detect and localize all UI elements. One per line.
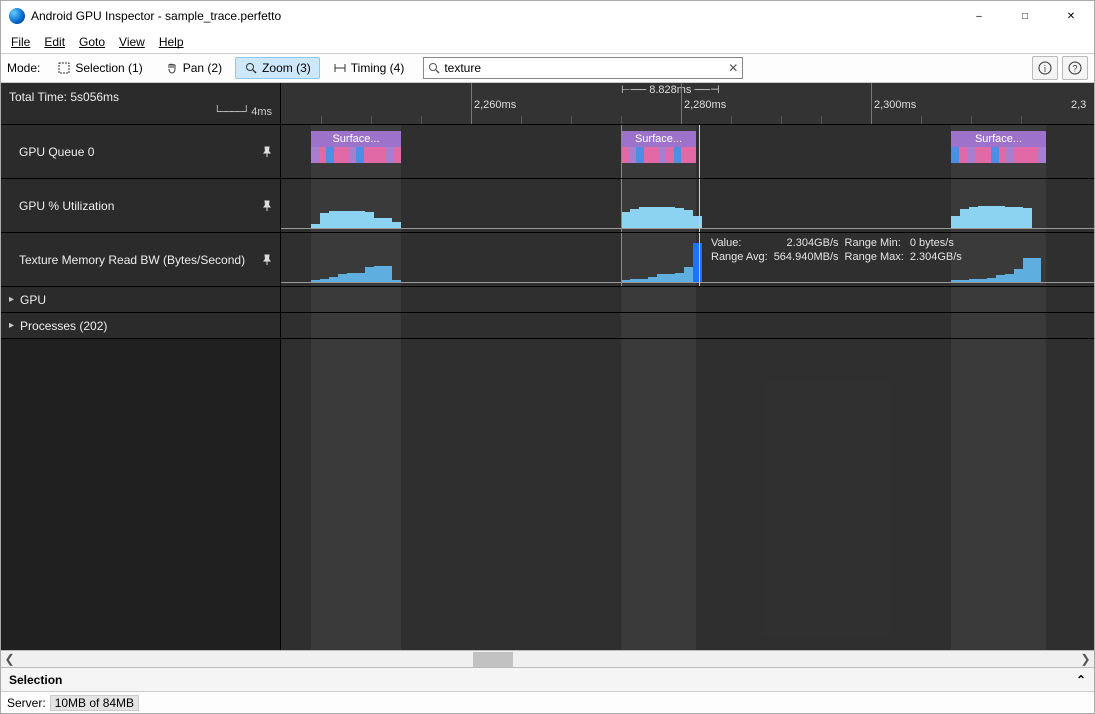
toolbar: Mode: Selection (1) Pan (2) Zoom (3) Tim… <box>1 53 1094 83</box>
scroll-track[interactable] <box>18 651 1077 668</box>
mode-selection-label: Selection (1) <box>75 61 142 75</box>
track-gpu-util-label: GPU % Utilization <box>19 199 114 213</box>
statusbar: Server: 10MB of 84MB <box>1 691 1094 713</box>
gpu-queue-block[interactable]: Surface... <box>951 131 1046 163</box>
menu-view[interactable]: View <box>113 33 151 51</box>
track-gpu-queue-label: GPU Queue 0 <box>19 145 94 159</box>
minimize-button[interactable]: – <box>956 1 1002 31</box>
timeline: Total Time: 5s056ms └────┘ 4ms ⊢── 8.828… <box>1 83 1094 650</box>
track-tex-bw-content[interactable]: Value: 2.304GB/s Range Min: 0 bytes/s Ra… <box>281 233 1094 286</box>
info-button[interactable]: i <box>1032 56 1058 80</box>
time-ruler[interactable]: Total Time: 5s056ms └────┘ 4ms ⊢── 8.828… <box>1 83 1094 125</box>
window-title: Android GPU Inspector - sample_trace.per… <box>31 9 956 23</box>
group-gpu[interactable]: ▸GPU <box>1 287 1094 313</box>
track-gpu-queue-content[interactable]: Surface... Surface... Surface... <box>281 125 1094 178</box>
menu-goto[interactable]: Goto <box>73 33 111 51</box>
zoom-icon <box>244 61 258 75</box>
mode-selection[interactable]: Selection (1) <box>48 57 151 79</box>
mode-zoom[interactable]: Zoom (3) <box>235 57 320 79</box>
menu-help[interactable]: Help <box>153 33 190 51</box>
menu-edit[interactable]: Edit <box>38 33 71 51</box>
status-server-mem: 10MB of 84MB <box>50 695 139 711</box>
visible-start-label: 4ms <box>251 106 272 118</box>
track-tex-bw-label: Texture Memory Read BW (Bytes/Second) <box>19 253 245 267</box>
timeline-hscroll[interactable]: ❮ ❯ <box>1 650 1094 667</box>
chevron-right-icon: ▸ <box>9 320 14 331</box>
gpu-queue-block[interactable]: Surface... <box>621 131 696 163</box>
selection-panel-label: Selection <box>9 673 62 687</box>
pan-icon <box>165 61 179 75</box>
timing-icon <box>333 61 347 75</box>
track-gpu-util-content[interactable] <box>281 179 1094 232</box>
svg-text:?: ? <box>1072 64 1077 74</box>
menubar: File Edit Goto View Help <box>1 31 1094 53</box>
help-icon: ? <box>1068 61 1082 75</box>
pin-icon[interactable] <box>262 146 272 158</box>
svg-text:i: i <box>1044 64 1047 74</box>
track-gpu-queue: GPU Queue 0 Surface...Surface...Surface.… <box>1 125 1094 179</box>
scroll-right-icon[interactable]: ❯ <box>1077 651 1094 668</box>
track-tex-bw: Texture Memory Read BW (Bytes/Second) Va… <box>1 233 1094 287</box>
search-icon <box>428 62 440 74</box>
selection-icon <box>57 61 71 75</box>
menu-file[interactable]: File <box>5 33 36 51</box>
mode-timing[interactable]: Timing (4) <box>324 57 414 79</box>
timeline-filler <box>1 339 1094 650</box>
group-processes[interactable]: ▸Processes (202) <box>1 313 1094 339</box>
gpu-queue-block-label: Surface... <box>951 131 1046 147</box>
mode-timing-label: Timing (4) <box>351 61 405 75</box>
titlebar: Android GPU Inspector - sample_trace.per… <box>1 1 1094 31</box>
chevron-right-icon: ▸ <box>9 294 14 305</box>
track-gpu-util: GPU % Utilization <box>1 179 1094 233</box>
scroll-left-icon[interactable]: ❮ <box>1 651 18 668</box>
tick-label: 2,300ms <box>874 99 916 111</box>
tick-label: 2,280ms <box>684 99 726 111</box>
app-icon <box>9 8 25 24</box>
mode-pan[interactable]: Pan (2) <box>156 57 231 79</box>
gpu-queue-block[interactable]: Surface... <box>311 131 401 163</box>
pin-icon[interactable] <box>262 200 272 212</box>
maximize-button[interactable]: □ <box>1002 1 1048 31</box>
gpu-queue-block-label: Surface... <box>311 131 401 147</box>
total-time-label: Total Time: 5s056ms <box>9 90 119 104</box>
search-box[interactable]: ✕ <box>423 57 743 79</box>
mode-label: Mode: <box>7 61 40 75</box>
status-server-label: Server: <box>7 696 46 710</box>
ruler-content[interactable]: ⊢── 8.828ms ──⊣ 2,260ms 2,280ms 2,300ms … <box>281 83 1094 124</box>
search-clear-icon[interactable]: ✕ <box>728 61 738 75</box>
mode-zoom-label: Zoom (3) <box>262 61 311 75</box>
hover-tooltip: Value: 2.304GB/s Range Min: 0 bytes/s Ra… <box>711 237 962 263</box>
range-indicator: ⊢── 8.828ms ──⊣ <box>621 83 720 96</box>
pin-icon[interactable] <box>262 254 272 266</box>
tick-label: 2,3 <box>1071 99 1086 111</box>
info-icon: i <box>1038 61 1052 75</box>
help-button[interactable]: ? <box>1062 56 1088 80</box>
selection-panel-header[interactable]: Selection ⌃ <box>1 667 1094 691</box>
chevron-up-icon: ⌃ <box>1076 673 1086 687</box>
mode-pan-label: Pan (2) <box>183 61 222 75</box>
scroll-thumb[interactable] <box>473 652 513 667</box>
tick-label: 2,260ms <box>474 99 516 111</box>
close-button[interactable]: ✕ <box>1048 1 1094 31</box>
gpu-queue-block-label: Surface... <box>621 131 696 147</box>
search-input[interactable] <box>440 61 728 75</box>
